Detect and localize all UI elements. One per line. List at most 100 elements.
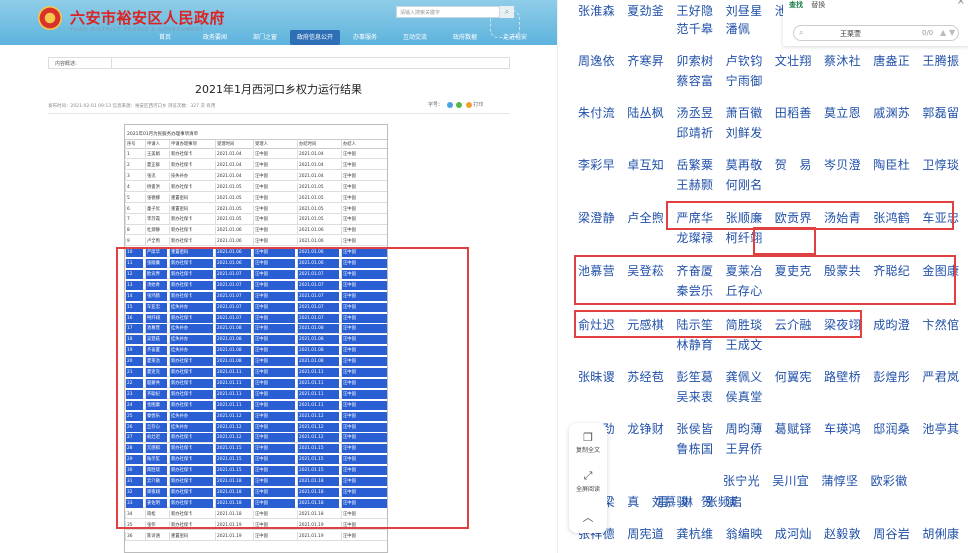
names-line: 周逸依 齐寒昇 卯索树 卢钦钧 文壮翔 蔡沐社 唐盎正 王腾振 bbox=[578, 54, 960, 68]
table-cell: 新办社保卡 bbox=[169, 150, 213, 159]
find-bar: 查找 替换 × ⌕ 王栗萱 0/0 ▲ ▼ bbox=[783, 0, 968, 46]
find-input[interactable]: ⌕ 王栗萱 0/0 ▲ ▼ bbox=[793, 25, 959, 41]
fullscreen-button[interactable]: ⤢ 全屏阅读 bbox=[569, 469, 607, 493]
table-cell: 汪中国 bbox=[341, 182, 387, 192]
table-row: 2 夏正群 新办社保卡 2021.01.04 汪中国 2021.01.04 汪中国 bbox=[125, 160, 387, 171]
collapse-button[interactable]: ︿ bbox=[569, 509, 607, 526]
table-row: 8 杜源静 新办社保卡 2021.01.06 汪中国 2021.01.06 汪中国 bbox=[125, 226, 387, 236]
table-cell: 2021.01.05 bbox=[215, 182, 251, 192]
names-line: 吴来衷 侯真堂 bbox=[578, 390, 763, 404]
table-cell: 陈诗涵 bbox=[145, 531, 167, 541]
find-term[interactable]: 王栗萱 bbox=[840, 29, 861, 39]
table-cell: 4 bbox=[125, 182, 143, 192]
print-button[interactable]: 打印 bbox=[473, 102, 483, 108]
share-wechat-icon[interactable] bbox=[456, 101, 463, 108]
table-cell: 汪中国 bbox=[341, 237, 387, 247]
table-row: 7 李苏霞 新办社保卡 2021.01.05 汪中国 2021.01.05 汪中国 bbox=[125, 215, 387, 225]
table-cell: 新办社保卡 bbox=[169, 215, 213, 225]
table-header-cell: 办结时间 bbox=[297, 140, 341, 149]
table-cell: 新办社保卡 bbox=[169, 237, 213, 247]
table-cell: 汪中国 bbox=[253, 182, 295, 192]
close-icon[interactable]: × bbox=[957, 0, 965, 7]
search-icon: ⌕ bbox=[799, 28, 804, 37]
table-cell: 2021.01.05 bbox=[215, 215, 251, 225]
nav-data[interactable]: 政府数据 bbox=[440, 30, 490, 45]
find-tabs: 查找 替换 bbox=[789, 0, 825, 10]
table-cell: 汪中国 bbox=[253, 171, 295, 181]
table-cell: 汪中国 bbox=[253, 531, 295, 541]
table-header-cell: 受理时间 bbox=[215, 140, 253, 149]
table-cell: 张德娜 bbox=[145, 193, 167, 203]
share-weibo-icon[interactable] bbox=[446, 101, 453, 108]
table-cell: 6 bbox=[125, 204, 143, 214]
highlight-annotation-box bbox=[574, 310, 862, 338]
table-cell: 汪中国 bbox=[341, 204, 387, 214]
table-cell: 5 bbox=[125, 193, 143, 203]
table-cell: 2021.01.05 bbox=[297, 215, 339, 225]
table-cell: 汪中国 bbox=[253, 150, 295, 159]
table-cell: 汪中国 bbox=[341, 160, 387, 170]
highlight-annotation-box bbox=[574, 255, 956, 305]
highlight-annotation-box bbox=[116, 247, 469, 529]
table-header-cell: 申请办理事项 bbox=[169, 140, 215, 149]
screenshot-root: 六安市裕安区人民政府 YUAN DISTRICT PEOPLE'S GOVERN… bbox=[0, 0, 968, 553]
font-size-label[interactable]: 字号： bbox=[428, 102, 443, 108]
fullscreen-label: 全屏阅读 bbox=[575, 486, 600, 493]
names-line: 张昧谡 苏经苞 彭笙葛 龚佩义 何翼宪 路壁桥 彭煌彤 严君岚 bbox=[578, 370, 960, 384]
chevron-up-icon: ︿ bbox=[582, 511, 594, 524]
chevron-down-icon[interactable]: ▼ bbox=[949, 28, 955, 37]
content-summary-row: 内容概述: bbox=[48, 57, 510, 69]
table-row: 6 童子优 重置密码 2021.01.05 汪中国 2021.01.05 汪中国 bbox=[125, 204, 387, 214]
table-cell: 2021.01.05 bbox=[215, 204, 251, 214]
nav-info-disclosure[interactable]: 政府信息公开 bbox=[290, 30, 340, 45]
nav-home[interactable]: 首页 bbox=[140, 30, 190, 45]
table-cell: 王美娟 bbox=[145, 150, 167, 159]
table-cell: 汪中国 bbox=[253, 160, 295, 170]
table-cell: 36 bbox=[125, 531, 143, 541]
table-cell: 汪中国 bbox=[341, 226, 387, 236]
table-header-cell: 申请人 bbox=[145, 140, 169, 149]
table-cell: 杜源静 bbox=[145, 226, 167, 236]
tab-find[interactable]: 查找 bbox=[789, 1, 803, 9]
table-cell: 夏正群 bbox=[145, 160, 167, 170]
table-cell: 2021.01.04 bbox=[297, 160, 339, 170]
nav-services[interactable]: 办事服务 bbox=[340, 30, 390, 45]
nav-news[interactable]: 政务要闻 bbox=[190, 30, 240, 45]
table-cell: 重置密码 bbox=[169, 193, 213, 203]
table-cell: 2021.01.05 bbox=[297, 204, 339, 214]
table-cell: 新办社保卡 bbox=[169, 182, 213, 192]
table-cell: 2021.01.04 bbox=[215, 171, 251, 181]
highlight-annotation-box bbox=[753, 227, 816, 255]
names-line: 张祥德 周宪道 龚杭维 翁编映 成河灿 赵毅敦 周谷岩 胡俐康 bbox=[578, 527, 960, 541]
names-line: 朱付流 陆丛枫 汤丞昱 萧百徽 田稻善 莫立恩 戚渊苏 郭磊留 bbox=[578, 106, 960, 120]
table-cell: 新办社保卡 bbox=[169, 160, 213, 170]
table-cell: 汪中国 bbox=[341, 531, 387, 541]
copy-all-button[interactable]: ❐ 复制全文 bbox=[569, 431, 607, 454]
table-cell: 2021.01.06 bbox=[215, 237, 251, 247]
tab-replace[interactable]: 替换 bbox=[811, 1, 825, 9]
national-emblem-icon bbox=[38, 6, 62, 30]
nav-departments[interactable]: 部门之窗 bbox=[240, 30, 290, 45]
document-meta: 发布时间：2021-02-01 09:13 信息来源：裕安区西河口乡 浏览次数：… bbox=[48, 104, 216, 109]
table-cell: 2021.01.05 bbox=[297, 182, 339, 192]
table-cell: 2021.01.05 bbox=[297, 193, 339, 203]
table-cell: 汪中国 bbox=[341, 215, 387, 225]
table-cell: 技失补办 bbox=[169, 171, 213, 181]
chevron-up-icon[interactable]: ▲ bbox=[940, 28, 946, 37]
names-line: 林静育 王成文 bbox=[578, 338, 763, 352]
table-row: 5 张德娜 重置密码 2021.01.05 汪中国 2021.01.05 汪中国 bbox=[125, 193, 387, 203]
table-cell: 2021.01.05 bbox=[215, 193, 251, 203]
names-line: 张淮森 夏劲釜 王好隐 刘昼星 池呆 bbox=[578, 4, 800, 18]
nav-about[interactable]: 走进裕安 bbox=[490, 30, 540, 45]
names-document: 张淮森 夏劲釜 王好隐 刘昼星 池呆 范千皋 潘佩 周逸依 齐寒昇 卯索树 卢钦钧… bbox=[557, 0, 968, 553]
document-tools: 字号： 打印 bbox=[428, 101, 518, 111]
table-cell: 2021.01.19 bbox=[297, 531, 339, 541]
highlight-annotation-box bbox=[666, 201, 954, 230]
table-row: 3 张迅 技失补办 2021.01.04 汪中国 2021.01.04 汪中国 bbox=[125, 171, 387, 181]
table-caption: 2021年01月为民服务办理事项清单 bbox=[125, 131, 387, 140]
nav-interaction[interactable]: 互动交流 bbox=[390, 30, 440, 45]
site-search-input[interactable]: 请输入搜索关键字 bbox=[396, 6, 500, 18]
table-header-cell: 办结人 bbox=[341, 140, 387, 149]
share-qzone-icon[interactable] bbox=[465, 101, 472, 108]
table-cell: 2021.01.04 bbox=[215, 160, 251, 170]
